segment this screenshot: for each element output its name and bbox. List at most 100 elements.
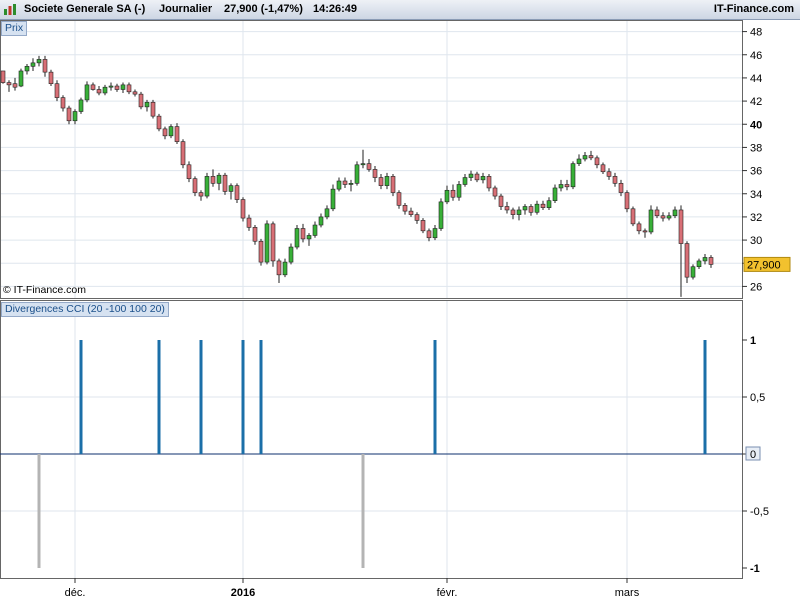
price-candle <box>120 82 126 93</box>
candle-body <box>504 206 510 211</box>
candle-body <box>702 257 708 262</box>
candle-body <box>570 163 576 188</box>
period-label: Journalier <box>159 3 213 15</box>
price-candle <box>138 91 144 110</box>
price-candle <box>558 179 564 192</box>
candle-body <box>42 59 48 73</box>
candle-body <box>474 173 480 181</box>
candle-body <box>18 70 24 87</box>
candle-body <box>84 84 90 101</box>
price-candle <box>336 177 342 192</box>
candle-body <box>708 257 714 265</box>
candle-body <box>366 163 372 170</box>
candle-body <box>672 209 678 217</box>
candle-body <box>138 93 144 108</box>
price-candle <box>198 190 204 201</box>
price-candle <box>174 123 180 144</box>
price-axis-label: 36 <box>750 166 762 178</box>
candle-body <box>156 115 162 130</box>
price-candle <box>552 184 558 204</box>
copyright-text: © IT-Finance.com <box>3 284 87 296</box>
candle-body <box>378 177 384 186</box>
price-candle <box>234 183 240 204</box>
candle-body <box>0 70 6 83</box>
price-candle <box>510 207 516 220</box>
price-candle <box>648 205 654 235</box>
candle-body <box>684 243 690 278</box>
price-candle <box>168 124 174 139</box>
price-candle <box>360 149 366 169</box>
price-candle <box>534 200 540 215</box>
candle-body <box>516 209 522 215</box>
instrument-name: Societe Generale SA (-) <box>24 3 146 15</box>
cci-axis-label: -0,5 <box>750 506 769 518</box>
price-candle <box>366 159 372 172</box>
candle-body <box>582 155 588 160</box>
chart-canvas: 26283032343638404244464827,90010,50-0,5-… <box>0 20 791 600</box>
candle-body <box>168 126 174 137</box>
price-candle <box>228 183 234 200</box>
candle-body <box>558 184 564 189</box>
price-candle <box>342 177 348 188</box>
price-candle <box>498 193 504 210</box>
candle-body <box>618 183 624 193</box>
candle-body <box>240 199 246 219</box>
cci-bar <box>259 340 263 454</box>
price-candle <box>324 205 330 220</box>
price-candle <box>378 174 384 190</box>
price-axis-label: 38 <box>750 142 762 154</box>
price-candle <box>30 58 36 71</box>
price-candle <box>330 184 336 212</box>
price-candle <box>690 264 696 280</box>
x-axis-label: mars <box>615 587 640 599</box>
candle-body <box>648 209 654 233</box>
candle-body <box>204 176 210 197</box>
price-candle <box>252 225 258 245</box>
candle-body <box>120 84 126 90</box>
price-candle <box>594 155 600 169</box>
price-candle <box>12 77 18 91</box>
cci-panel-frame <box>0 300 743 579</box>
candle-body <box>492 187 498 197</box>
candle-body <box>552 187 558 201</box>
candle-body <box>102 86 108 94</box>
price-candle <box>576 154 582 166</box>
price-candle <box>276 258 282 283</box>
price-axis-label: 40 <box>750 119 762 131</box>
candle-body <box>210 176 216 184</box>
price-candle <box>24 64 30 75</box>
cci-bar <box>79 340 83 454</box>
candle-body <box>132 91 138 95</box>
candle-body <box>444 189 450 203</box>
candle-body <box>528 206 534 213</box>
price-axis-label: 48 <box>750 27 762 39</box>
candle-body <box>534 203 540 213</box>
price-candle <box>624 190 630 213</box>
price-candle <box>468 170 474 182</box>
price-candle <box>270 221 276 267</box>
candle-body <box>264 223 270 263</box>
price-candle <box>348 179 354 192</box>
price-candle <box>180 139 186 169</box>
price-panel-label: Prix <box>1 21 28 36</box>
candle-body <box>36 59 42 64</box>
price-candle <box>48 69 54 87</box>
price-axis-label: 44 <box>750 73 762 85</box>
price-candle <box>132 89 138 97</box>
price-candle <box>156 113 162 132</box>
candle-body <box>180 141 186 166</box>
candle-body <box>30 62 36 67</box>
candle-body <box>54 83 60 98</box>
price-candle <box>390 174 396 197</box>
price-candle <box>486 174 492 192</box>
price-candle <box>540 200 546 210</box>
price-candle <box>636 221 642 235</box>
candle-body <box>426 230 432 239</box>
price-candle <box>414 212 420 224</box>
candle-body <box>456 184 462 198</box>
price-candle <box>354 161 360 186</box>
price-candle <box>66 105 72 125</box>
price-candle <box>588 150 594 161</box>
candle-body <box>192 178 198 193</box>
price-candle <box>150 99 156 119</box>
